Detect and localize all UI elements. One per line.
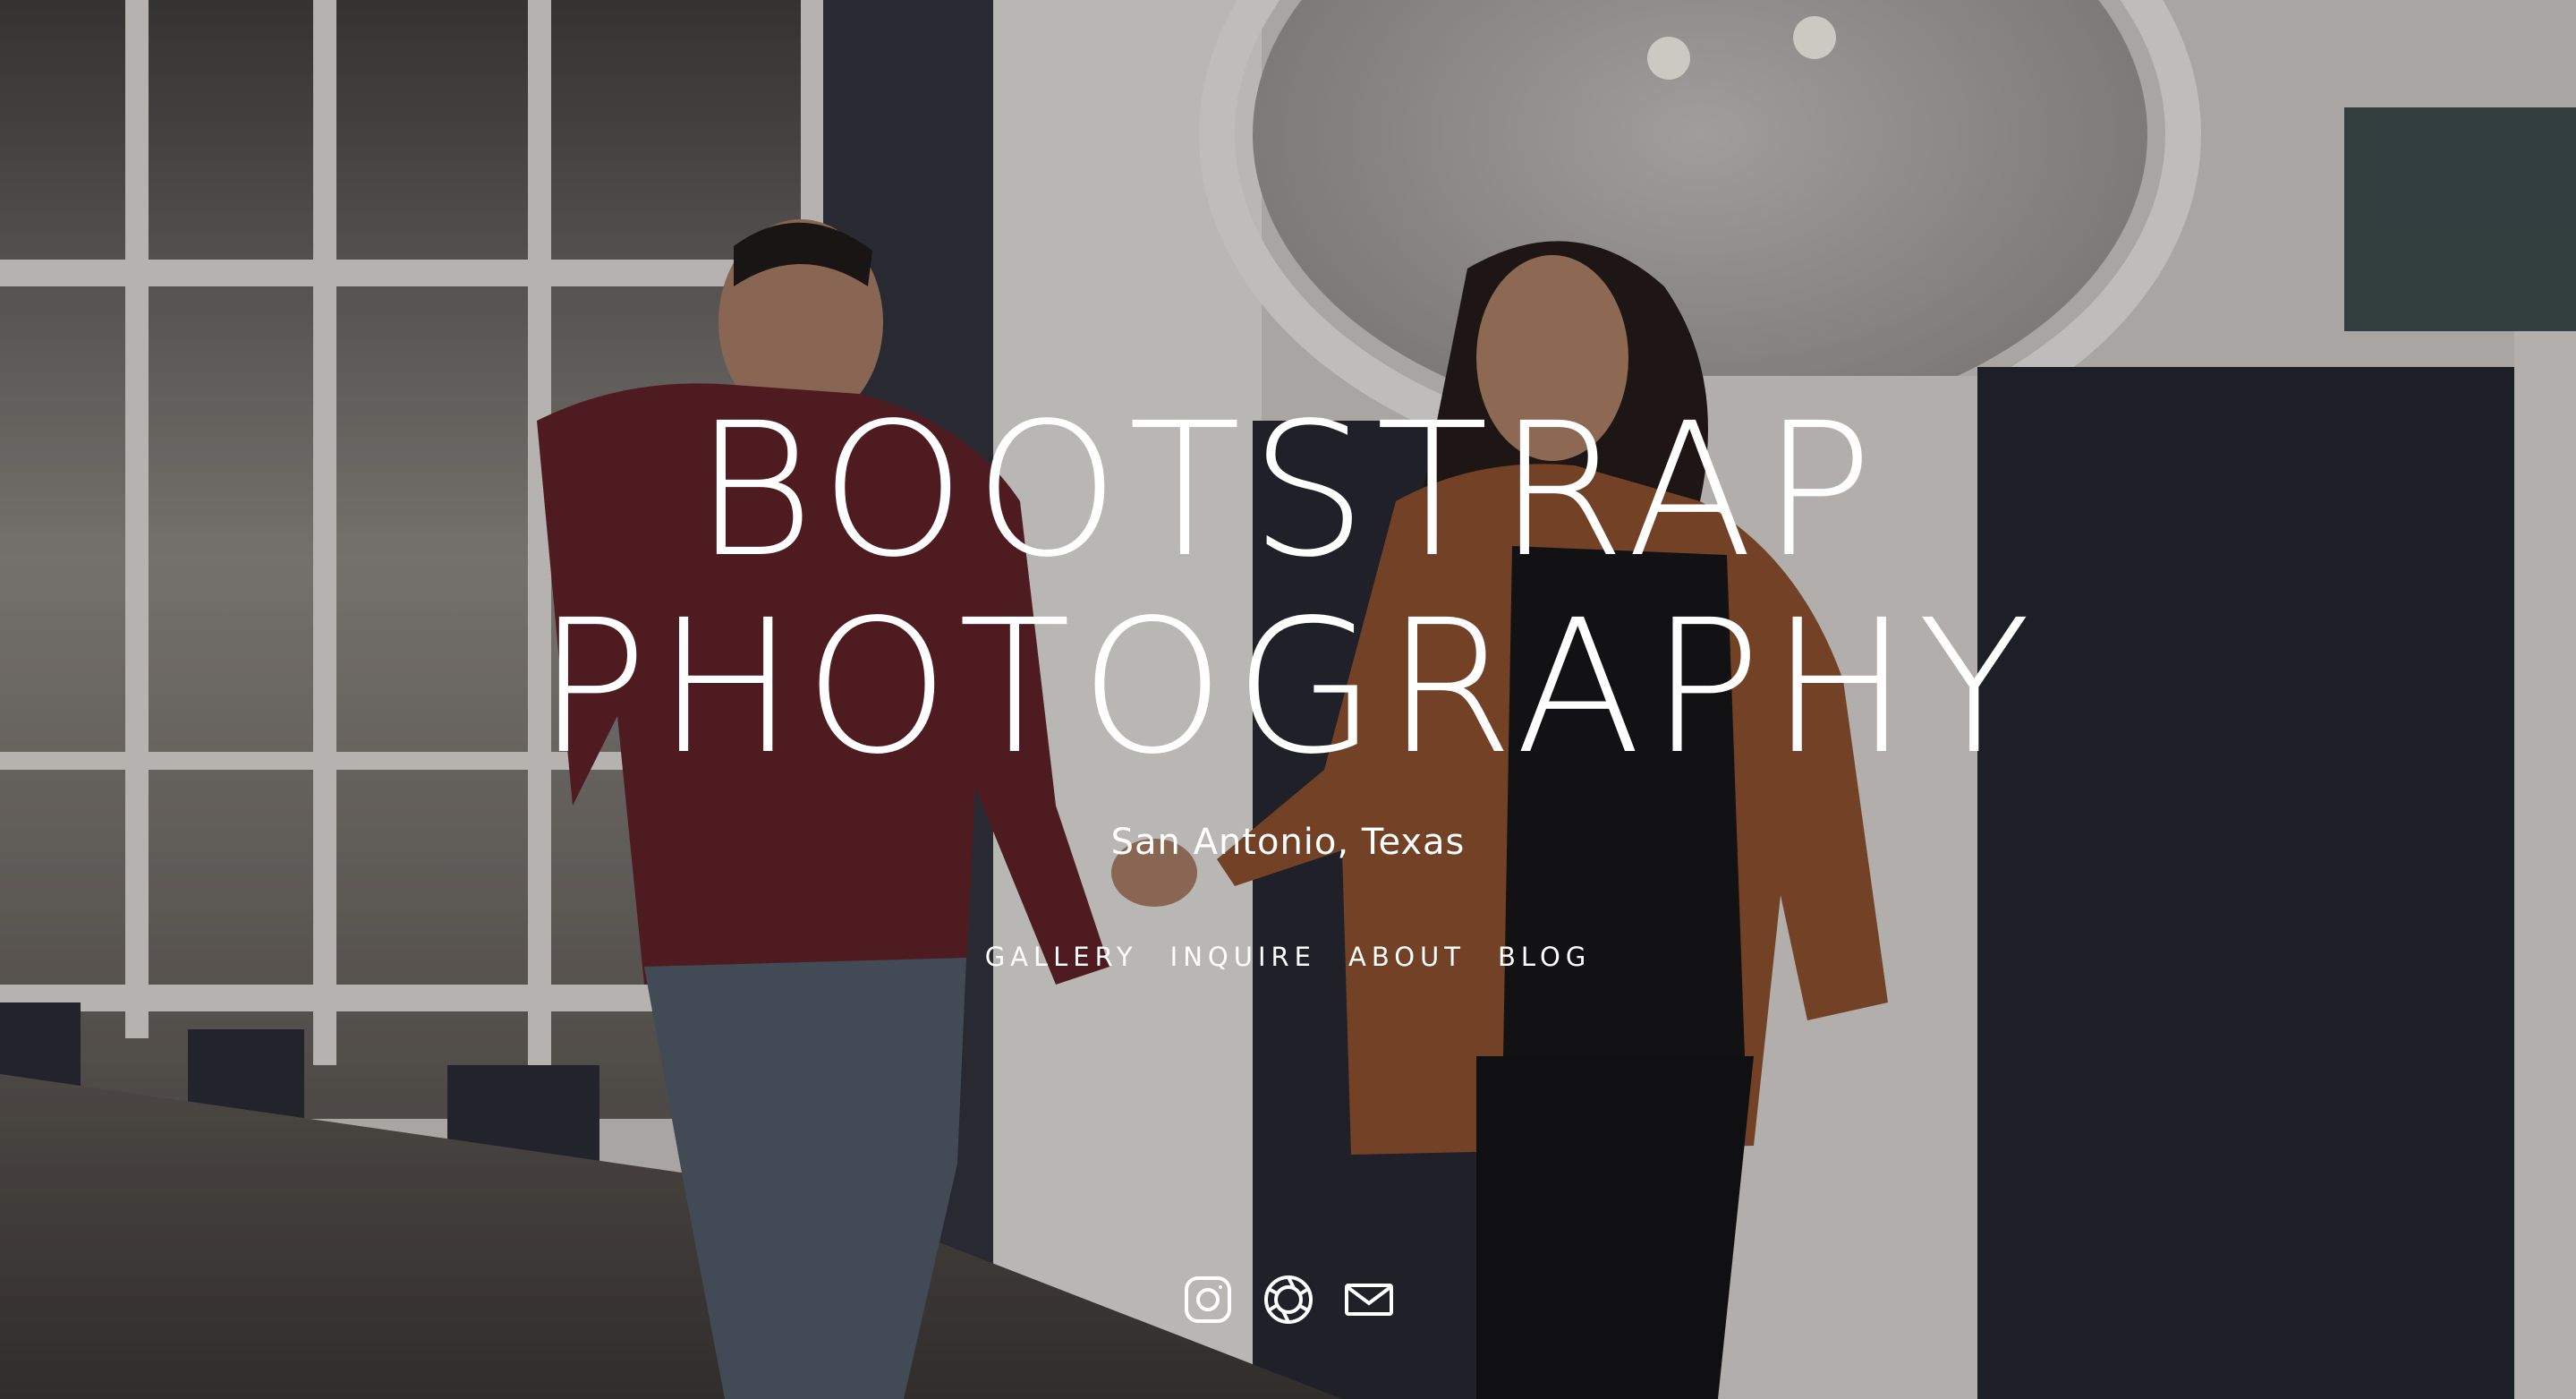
social-links [0, 1274, 2576, 1326]
mail-icon [1344, 1284, 1393, 1316]
nav-item-inquire: INQUIRE [1170, 942, 1316, 972]
nav-link-gallery[interactable]: GALLERY [985, 942, 1138, 972]
instagram-link[interactable] [1182, 1274, 1234, 1326]
nav-item-blog: BLOG [1498, 942, 1591, 972]
hero-section: BOOTSTRAP PHOTOGRAPHY San Antonio, Texas… [0, 0, 2576, 1399]
aperture-icon [1263, 1275, 1313, 1324]
nav-item-gallery: GALLERY [985, 942, 1138, 972]
main-navigation: GALLERY INQUIRE ABOUT BLOG [0, 942, 2576, 972]
aperture-link[interactable] [1262, 1274, 1314, 1326]
nav-item-about: ABOUT [1348, 942, 1466, 972]
nav-link-inquire[interactable]: INQUIRE [1170, 942, 1316, 972]
email-link[interactable] [1343, 1274, 1395, 1326]
location-subtitle: San Antonio, Texas [1110, 822, 1466, 863]
instagram-icon [1184, 1276, 1231, 1323]
site-title-line-1: BOOTSTRAP [693, 383, 1883, 598]
nav-link-blog[interactable]: BLOG [1498, 942, 1591, 972]
nav-link-about[interactable]: ABOUT [1348, 942, 1466, 972]
site-title-line-2: PHOTOGRAPHY [536, 580, 2040, 795]
site-title: BOOTSTRAP PHOTOGRAPHY [0, 392, 2576, 786]
